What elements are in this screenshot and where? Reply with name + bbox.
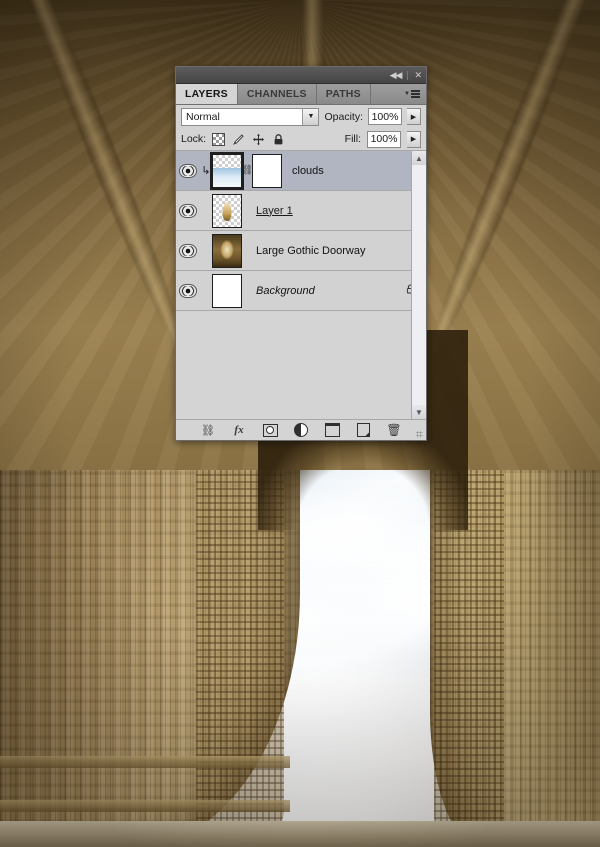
fill-slider-arrow-icon[interactable]: ▶ [407, 130, 421, 148]
collapse-panel-icon[interactable]: ◀◀ [390, 70, 403, 80]
lock-buttons-group [212, 132, 285, 146]
move-lock-icon[interactable] [252, 133, 265, 146]
paint-lock-icon[interactable] [232, 133, 245, 146]
thumbnail-doorway-art [213, 234, 241, 267]
visibility-toggle-background[interactable] [176, 283, 200, 298]
visibility-toggle-clouds[interactable] [176, 163, 200, 178]
layers-scrollbar[interactable]: ▲ ▼ [411, 151, 426, 419]
new-adjustment-layer-icon[interactable] [293, 423, 309, 437]
layer-row-background[interactable]: Background [176, 271, 426, 311]
layer-name-clouds[interactable]: clouds [292, 165, 324, 177]
layer-thumbnail-background[interactable] [212, 273, 242, 308]
tab-layers[interactable]: LAYERS [176, 84, 238, 104]
layer-name-large-gothic-doorway[interactable]: Large Gothic Doorway [256, 245, 365, 257]
transparency-lock-icon[interactable] [212, 132, 226, 146]
eye-icon [179, 283, 197, 298]
add-layer-mask-icon[interactable] [262, 423, 278, 437]
layer-row-large-gothic-doorway[interactable]: Large Gothic Doorway [176, 231, 426, 271]
clipping-mask-arrow-icon: ↳ [201, 165, 211, 177]
delete-layer-trash-icon[interactable]: 🗑 [386, 423, 402, 437]
resize-grip-icon[interactable] [416, 431, 423, 438]
tab-paths[interactable]: PATHS [317, 84, 371, 104]
layer-name-layer-1[interactable]: Layer 1 [256, 205, 293, 217]
layers-panel: ◀◀ ✕ LAYERS CHANNELS PATHS ▼ Normal ▼ Op… [175, 66, 427, 441]
visibility-toggle-large-gothic-doorway[interactable] [176, 243, 200, 258]
layer-row-clouds[interactable]: ↳ ⛓ clouds [176, 151, 426, 191]
layer-row-layer-1[interactable]: Layer 1 [176, 191, 426, 231]
panel-menu-icon[interactable]: ▼ [404, 84, 426, 104]
blend-mode-value: Normal [186, 110, 220, 123]
lock-label: Lock: [181, 133, 207, 145]
fill-label: Fill: [344, 133, 361, 145]
lock-row: Lock: Fill: 100% ▶ [176, 128, 426, 151]
blend-mode-row: Normal ▼ Opacity: 100% ▶ [176, 105, 426, 128]
tabstrip-filler [371, 84, 404, 104]
panel-menu-caret-icon: ▼ [404, 91, 410, 97]
close-panel-icon[interactable]: ✕ [414, 70, 421, 80]
mask-link-icon[interactable]: ⛓ [241, 165, 254, 176]
thumbnail-figure-art [222, 201, 232, 221]
blend-mode-select[interactable]: Normal ▼ [181, 107, 320, 126]
layer-thumbnail-clouds[interactable] [210, 151, 244, 190]
layers-bottom-toolbar: ⛓ fx 🗑 [176, 419, 426, 440]
layer-mask-thumbnail-clouds[interactable] [252, 153, 282, 188]
eye-icon [179, 203, 197, 218]
opacity-slider-arrow-icon[interactable]: ▶ [407, 108, 421, 125]
scroll-down-arrow-icon[interactable]: ▼ [412, 405, 426, 419]
titlebar-separator [407, 70, 409, 80]
layer-name-background[interactable]: Background [256, 285, 315, 297]
thumbnail-clouds-art [213, 167, 241, 187]
panel-titlebar: ◀◀ ✕ [176, 67, 426, 84]
visibility-toggle-layer-1[interactable] [176, 203, 200, 218]
panel-menu-lines-icon [411, 90, 420, 98]
opacity-input[interactable]: 100% [368, 108, 402, 125]
opacity-label: Opacity: [324, 110, 363, 123]
fill-input[interactable]: 100% [367, 130, 401, 148]
layer-thumbnail-large-gothic-doorway[interactable] [212, 233, 242, 268]
eye-icon [179, 163, 197, 178]
scroll-up-arrow-icon[interactable]: ▲ [412, 151, 426, 165]
link-layers-icon[interactable]: ⛓ [200, 423, 216, 437]
layers-list: ↳ ⛓ clouds Layer 1 Large Gothic Doorway … [176, 151, 426, 419]
new-group-folder-icon[interactable] [324, 423, 340, 437]
all-lock-icon[interactable] [272, 133, 285, 146]
eye-icon [179, 243, 197, 258]
chevron-down-icon[interactable]: ▼ [302, 108, 319, 125]
tab-channels[interactable]: CHANNELS [238, 84, 317, 104]
new-layer-icon[interactable] [355, 423, 371, 437]
panel-tabstrip: LAYERS CHANNELS PATHS ▼ [176, 84, 426, 105]
layer-thumbnail-layer-1[interactable] [212, 193, 242, 228]
layer-style-fx-icon[interactable]: fx [231, 423, 247, 437]
